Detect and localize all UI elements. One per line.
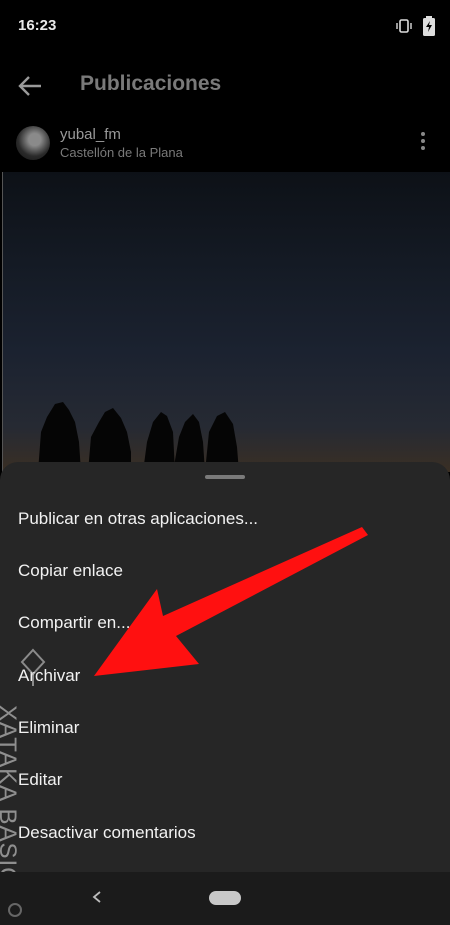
- more-vert-icon[interactable]: [418, 132, 428, 156]
- status-time: 16:23: [18, 17, 57, 34]
- xataka-logo-icon: [20, 648, 46, 686]
- menu-item-eliminar[interactable]: Eliminar: [18, 718, 79, 738]
- vibrate-icon: [396, 19, 412, 33]
- sheet-handle[interactable]: [205, 475, 245, 479]
- post-username[interactable]: yubal_fm: [60, 126, 121, 143]
- corner-mark: [8, 903, 22, 917]
- menu-item-compartir[interactable]: Compartir en...: [18, 613, 130, 633]
- nav-back-icon[interactable]: [90, 890, 104, 904]
- bottom-sheet: Publicar en otras aplicaciones... Copiar…: [0, 462, 450, 882]
- menu-item-editar[interactable]: Editar: [18, 770, 62, 790]
- status-bar: 16:23: [0, 0, 450, 52]
- app-bar: Publicaciones: [0, 52, 450, 118]
- post-location[interactable]: Castellón de la Plana: [60, 145, 183, 160]
- nav-home-pill[interactable]: [209, 891, 241, 905]
- avatar[interactable]: [16, 126, 50, 160]
- page-title: Publicaciones: [80, 72, 222, 95]
- post-header: yubal_fm Castellón de la Plana: [0, 118, 450, 172]
- menu-item-copiar-enlace[interactable]: Copiar enlace: [18, 561, 123, 581]
- post-photo: [3, 172, 450, 472]
- menu-item-desactivar-comentarios[interactable]: Desactivar comentarios: [18, 823, 196, 843]
- trees-silhouette: [38, 402, 239, 472]
- menu-item-publicar[interactable]: Publicar en otras aplicaciones...: [18, 509, 258, 529]
- battery-icon: [423, 16, 435, 36]
- navigation-bar: [0, 872, 450, 925]
- back-arrow-icon[interactable]: [16, 72, 44, 100]
